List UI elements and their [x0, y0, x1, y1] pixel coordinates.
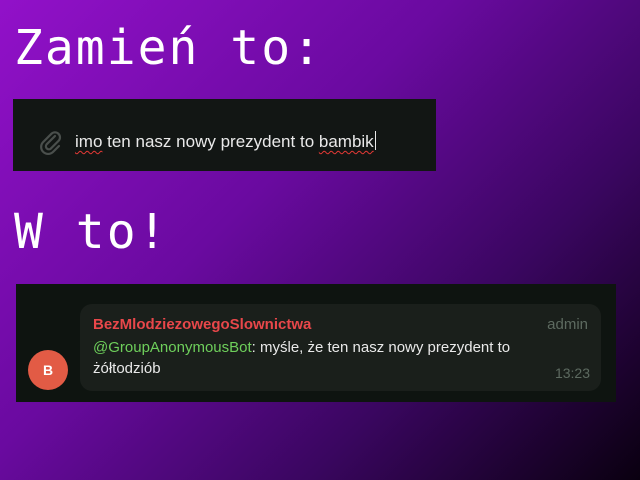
avatar[interactable]: B	[28, 350, 68, 390]
message-bubble[interactable]: BezMlodziezowegoSlownictwa admin @GroupA…	[80, 304, 601, 391]
message-text: @GroupAnonymousBot: myśle, że ten nasz n…	[93, 337, 563, 379]
input-word: prezydent	[220, 132, 296, 151]
mention-link[interactable]: @GroupAnonymousBot	[93, 339, 252, 356]
chat-area: B BezMlodziezowegoSlownictwa admin @Grou…	[16, 284, 616, 402]
text-caret	[374, 131, 376, 150]
sender-name[interactable]: BezMlodziezowegoSlownictwa	[93, 316, 311, 333]
paperclip-icon[interactable]	[39, 129, 63, 157]
message-input-bar[interactable]: imo ten nasz nowy prezydent to bambik	[13, 99, 436, 171]
heading-into-this: W to!	[14, 204, 169, 260]
input-word: nasz	[135, 132, 172, 151]
message-input-text[interactable]: imo ten nasz nowy prezydent to bambik	[75, 131, 376, 152]
misspelled-word: bambik	[318, 132, 374, 151]
input-word: ten	[102, 132, 136, 151]
heading-replace-this: Zamień to:	[14, 20, 323, 76]
input-word: nowy	[176, 132, 216, 151]
misspelled-word: imo	[75, 132, 103, 151]
message-timestamp: 13:23	[554, 365, 590, 381]
admin-badge: admin	[547, 316, 588, 333]
input-word: to	[295, 132, 319, 151]
